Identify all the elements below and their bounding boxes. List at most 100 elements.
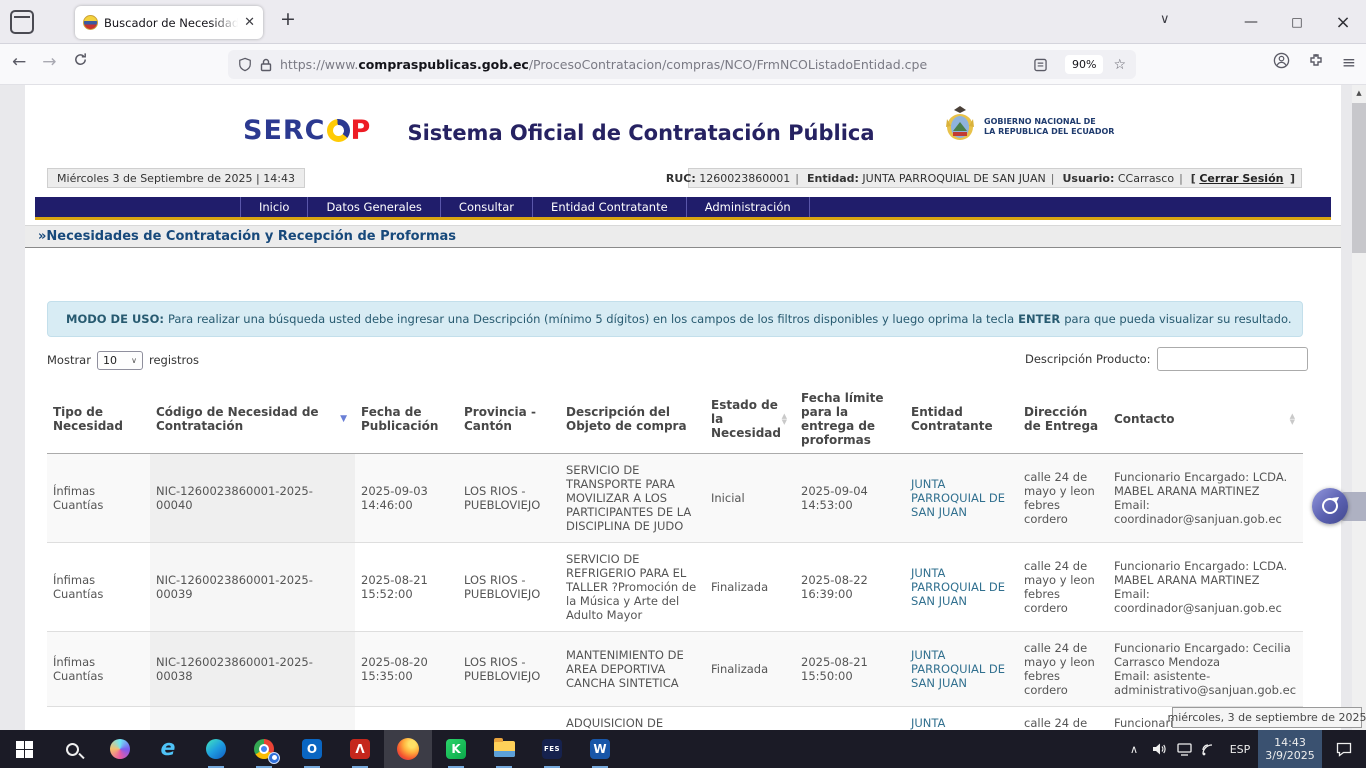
edge-icon xyxy=(206,739,226,759)
display-cast-icon[interactable] xyxy=(1197,730,1222,768)
entity-link[interactable]: JUNTA PARROQUIAL DE SAN JUAN xyxy=(911,566,1005,608)
language-indicator[interactable]: ESP xyxy=(1222,730,1258,768)
taskbar-acrobat-button[interactable]: Λ xyxy=(336,730,384,768)
new-tab-button[interactable]: + xyxy=(280,8,296,30)
extensions-puzzle-icon[interactable] xyxy=(1308,53,1324,73)
firefox-icon xyxy=(397,738,419,760)
clock-time: 14:43 xyxy=(1274,736,1306,749)
lock-icon[interactable] xyxy=(260,58,272,72)
accessibility-widget-button[interactable] xyxy=(1312,488,1348,524)
table-row: Ínfimas Cuantías NIC-1260023860001-2025-… xyxy=(47,543,1303,632)
taskbar-outlook-button[interactable]: O xyxy=(288,730,336,768)
window-minimize-button[interactable]: — xyxy=(1228,14,1274,30)
table-row: Ínfimas Cuantías NIC-1260023860001-2025-… xyxy=(47,632,1303,707)
taskbar-copilot-button[interactable] xyxy=(96,730,144,768)
volume-icon[interactable] xyxy=(1147,730,1172,768)
entity-link[interactable]: JUNTA xyxy=(911,716,945,730)
url-text[interactable]: https://www.compraspublicas.gob.ec/Proce… xyxy=(280,57,1034,72)
taskbar-ie-button[interactable]: e xyxy=(144,730,192,768)
nav-item-consultar[interactable]: Consultar xyxy=(441,197,533,217)
window-maximize-button[interactable]: □ xyxy=(1274,15,1320,29)
taskbar-search-button[interactable] xyxy=(48,730,96,768)
taskbar-clock[interactable]: 14:43 3/9/2025 xyxy=(1258,730,1322,768)
reader-view-icon[interactable] xyxy=(1034,58,1047,72)
taskbar-word-button[interactable]: W xyxy=(576,730,624,768)
sercop-logo-text: SERC xyxy=(243,115,326,146)
col-codigo[interactable]: Código de Necesidad de Contratación▼ xyxy=(150,385,355,454)
cell-entidad: JUNTA xyxy=(905,707,1018,731)
accessibility-widget[interactable] xyxy=(1312,488,1366,525)
cell-estado: Finalizada xyxy=(705,543,795,632)
cell-tipo: Ínfimas Cuantías xyxy=(47,632,150,707)
cell-entidad: JUNTA PARROQUIAL DE SAN JUAN xyxy=(905,632,1018,707)
internet-explorer-icon: e xyxy=(161,739,176,759)
chrome-profile-icon xyxy=(268,752,280,764)
cell-contacto: Funcionario Encargado: Cecilia Carrasco … xyxy=(1108,632,1303,707)
shield-icon[interactable] xyxy=(238,57,252,72)
menu-hamburger-icon[interactable]: ≡ xyxy=(1342,53,1356,73)
col-fecha-limite[interactable]: Fecha límite para la entrega de proforma… xyxy=(795,385,905,454)
col-direccion[interactable]: Dirección de Entrega xyxy=(1018,385,1108,454)
col-contacto[interactable]: Contacto▲▼ xyxy=(1108,385,1303,454)
col-tipo[interactable]: Tipo de Necesidad xyxy=(47,385,150,454)
cell-estado: Inicial xyxy=(705,454,795,543)
taskbar-explorer-button[interactable] xyxy=(480,730,528,768)
taskbar-fes-button[interactable]: FES xyxy=(528,730,576,768)
forward-button[interactable]: → xyxy=(42,52,56,72)
cell-fecha-limite xyxy=(795,707,905,731)
col-provincia[interactable]: Provincia - Cantón xyxy=(458,385,560,454)
sort-both-icon: ▲▼ xyxy=(1290,413,1297,425)
cell-fecha-limite: 2025-09-04 14:53:00 xyxy=(795,454,905,543)
taskbar-kaspersky-button[interactable]: K xyxy=(432,730,480,768)
reload-button[interactable] xyxy=(73,52,88,72)
col-estado[interactable]: Estado de la Necesidad▲▼ xyxy=(705,385,795,454)
tab-close-icon[interactable]: ✕ xyxy=(244,15,255,30)
system-tray: ∧ ESP 14:43 3/9/2025 xyxy=(1121,730,1366,768)
scrollbar-thumb[interactable] xyxy=(1352,103,1366,253)
nav-item-inicio[interactable]: Inicio xyxy=(240,197,308,217)
sort-desc-icon: ▼ xyxy=(340,412,349,426)
network-icon[interactable] xyxy=(1172,730,1197,768)
scroll-up-icon[interactable]: ▲ xyxy=(1352,85,1366,101)
acrobat-icon: Λ xyxy=(350,739,370,759)
start-button[interactable] xyxy=(0,730,48,768)
col-fecha-publicacion[interactable]: Fecha de Publicación xyxy=(355,385,458,454)
cell-contacto: Funcionario Encargado: LCDA. MABEL ARANA… xyxy=(1108,454,1303,543)
taskbar-edge-button[interactable] xyxy=(192,730,240,768)
sercop-logo: SERCP xyxy=(243,115,371,146)
cell-direccion: calle 24 de xyxy=(1018,707,1108,731)
entity-link[interactable]: JUNTA PARROQUIAL DE SAN JUAN xyxy=(911,648,1005,690)
nav-item-administracion[interactable]: Administración xyxy=(687,197,810,217)
taskbar-firefox-button[interactable] xyxy=(384,730,432,768)
window-close-button[interactable]: × xyxy=(1320,12,1366,33)
entity-link[interactable]: JUNTA PARROQUIAL DE SAN JUAN xyxy=(911,477,1005,519)
list-tabs-icon[interactable]: ∨ xyxy=(1160,12,1170,27)
entity-value: JUNTA PARROQUIAL DE SAN JUAN xyxy=(862,172,1045,185)
col-descripcion[interactable]: Descripción del Objeto de compra xyxy=(560,385,705,454)
zoom-level-badge[interactable]: 90% xyxy=(1065,55,1103,74)
url-bar[interactable]: https://www.compraspublicas.gob.ec/Proce… xyxy=(228,50,1136,79)
firefox-view-icon[interactable] xyxy=(10,10,34,34)
product-filter-label: Descripción Producto: xyxy=(1025,352,1151,366)
cell-codigo: NIC-1260023860001-2025-00038 xyxy=(150,632,355,707)
chevron-down-icon: ∨ xyxy=(131,356,137,365)
tab-favicon-icon xyxy=(83,15,98,30)
show-label: Mostrar xyxy=(47,353,91,367)
account-icon[interactable] xyxy=(1273,52,1290,73)
taskbar-chrome-button[interactable] xyxy=(240,730,288,768)
browser-tab[interactable]: Buscador de Necesidades de Co ✕ xyxy=(75,6,263,39)
back-button[interactable]: ← xyxy=(12,52,26,72)
nav-item-datos-generales[interactable]: Datos Generales xyxy=(308,197,440,217)
page-scrollbar[interactable]: ▲ ▼ xyxy=(1352,85,1366,730)
nav-item-entidad-contratante[interactable]: Entidad Contratante xyxy=(533,197,687,217)
cell-fecha-publicacion xyxy=(355,707,458,731)
cell-tipo: Ínfimas Cuantías xyxy=(47,543,150,632)
outlook-icon: O xyxy=(302,739,322,759)
product-filter-input[interactable] xyxy=(1157,347,1308,371)
bookmark-star-icon[interactable]: ☆ xyxy=(1113,57,1126,73)
col-entidad[interactable]: Entidad Contratante xyxy=(905,385,1018,454)
hidden-icons-chevron[interactable]: ∧ xyxy=(1121,730,1147,768)
logout-link[interactable]: Cerrar Sesión xyxy=(1199,172,1283,185)
action-center-icon[interactable] xyxy=(1322,730,1366,768)
records-per-page-select[interactable]: 10∨ xyxy=(97,351,143,370)
